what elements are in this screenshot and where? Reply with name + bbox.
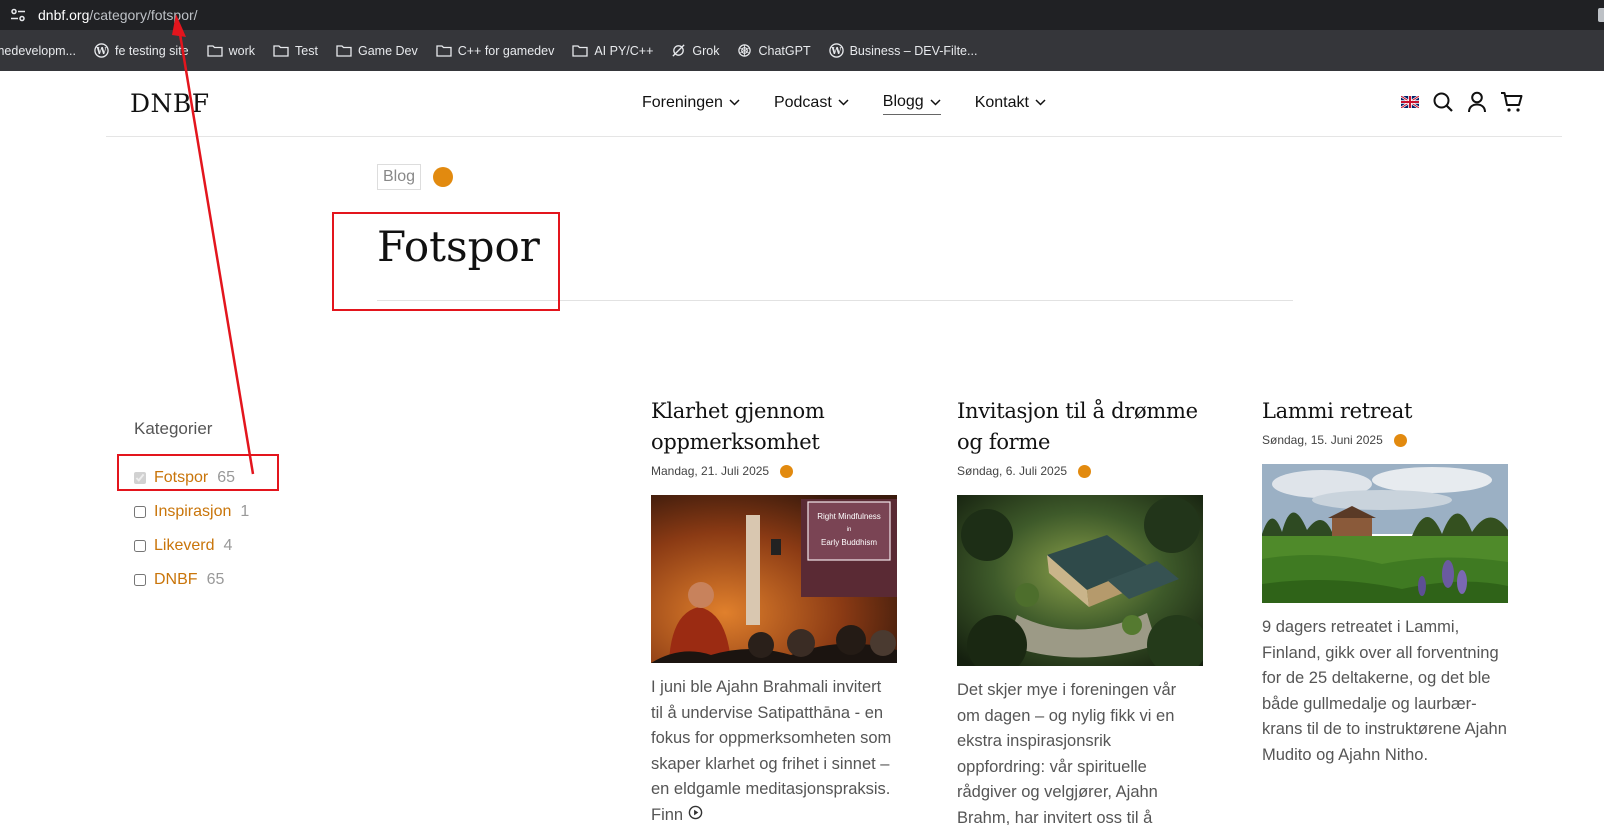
annotation-arrow (172, 14, 255, 475)
